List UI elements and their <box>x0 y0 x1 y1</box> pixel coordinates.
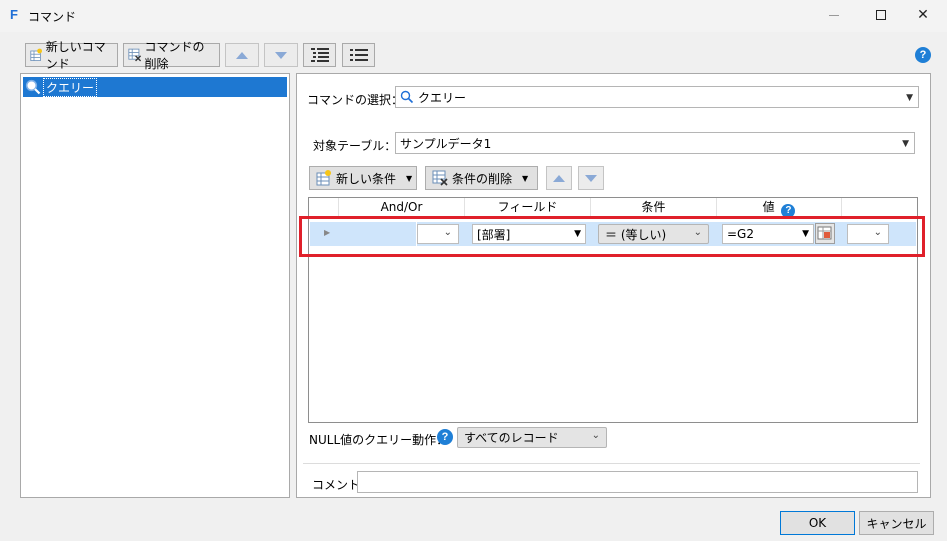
chevron-down-icon: ⌄ <box>591 430 600 441</box>
command-select-combo[interactable]: クエリー ▼ <box>395 86 919 108</box>
null-behavior-value: すべてのレコード <box>464 431 559 445</box>
minimize-icon <box>829 14 839 16</box>
column-header-value: 値 ? <box>717 198 842 218</box>
title-bar: F コマンド ✕ <box>0 0 947 32</box>
delete-grid-icon <box>432 170 448 186</box>
comment-input[interactable] <box>357 471 918 493</box>
move-down-button[interactable] <box>264 43 298 67</box>
move-up-button[interactable] <box>225 43 259 67</box>
app-icon: F <box>10 7 18 22</box>
target-table-combo[interactable]: サンプルデータ1 ▼ <box>395 132 915 154</box>
help-icon[interactable]: ? <box>915 47 931 63</box>
column-header-field: フィールド <box>465 198 591 216</box>
column-header-extra <box>842 198 918 216</box>
delete-condition-label: 条件の削除 <box>452 171 513 186</box>
maximize-icon <box>876 10 886 20</box>
condition-down-button[interactable] <box>578 166 604 190</box>
arrow-up-icon <box>236 51 248 59</box>
new-command-button[interactable]: 新しいコマンド <box>25 40 118 71</box>
highlight-box <box>299 216 925 257</box>
expand-all-button[interactable] <box>303 43 336 67</box>
new-condition-button[interactable]: 新しい条件 ▼ <box>309 166 417 190</box>
dropdown-arrow-icon: ▼ <box>522 173 529 183</box>
command-tree[interactable] <box>20 73 290 498</box>
new-command-label: 新しいコマンド <box>45 40 106 71</box>
arrow-down-icon <box>585 174 597 182</box>
tree-item-label: クエリー <box>43 77 98 97</box>
delete-grid-icon <box>128 48 142 62</box>
close-icon: ✕ <box>917 7 929 23</box>
new-condition-label: 新しい条件 <box>336 171 397 186</box>
cancel-button[interactable]: キャンセル <box>859 511 934 535</box>
new-grid-icon <box>30 48 42 61</box>
target-table-value: サンプルデータ1 <box>400 136 492 151</box>
column-header-condition: 条件 <box>591 198 717 216</box>
dropdown-arrow-icon: ▼ <box>406 173 413 183</box>
column-header-andor: And/Or <box>339 198 465 216</box>
indent-list-icon <box>310 48 329 62</box>
comment-label: コメント <box>312 478 361 492</box>
delete-command-button[interactable]: コマンドの削除 <box>123 40 220 71</box>
null-behavior-combo[interactable]: すべてのレコード ⌄ <box>457 427 607 448</box>
dropdown-arrow-icon: ▼ <box>902 139 909 149</box>
new-grid-icon <box>316 170 331 186</box>
command-select-label: コマンドの選択： <box>307 93 404 107</box>
search-icon <box>25 79 41 95</box>
delete-condition-button[interactable]: 条件の削除 ▼ <box>425 166 538 190</box>
arrow-up-icon <box>553 174 565 182</box>
delete-command-label: コマンドの削除 <box>144 40 205 71</box>
column-header-value-label: 値 <box>762 200 775 214</box>
close-button[interactable]: ✕ <box>900 0 946 30</box>
null-behavior-label: NULL値のクエリー動作： <box>309 433 449 447</box>
divider <box>303 463 920 464</box>
minimize-button[interactable] <box>811 0 857 30</box>
collapse-all-button[interactable] <box>342 43 375 67</box>
maximize-button[interactable] <box>858 0 904 30</box>
condition-up-button[interactable] <box>546 166 572 190</box>
tree-item-query[interactable]: クエリー <box>23 77 287 97</box>
window-title: コマンド <box>28 10 77 24</box>
search-icon <box>400 90 414 104</box>
ok-button[interactable]: OK <box>780 511 855 535</box>
target-table-label: 対象テーブル： <box>313 139 397 153</box>
help-icon[interactable]: ? <box>437 429 453 445</box>
dropdown-arrow-icon: ▼ <box>906 93 913 103</box>
row-header-column <box>309 198 339 216</box>
command-select-value: クエリー <box>418 90 467 105</box>
arrow-down-icon <box>275 51 287 59</box>
list-icon <box>349 49 368 61</box>
